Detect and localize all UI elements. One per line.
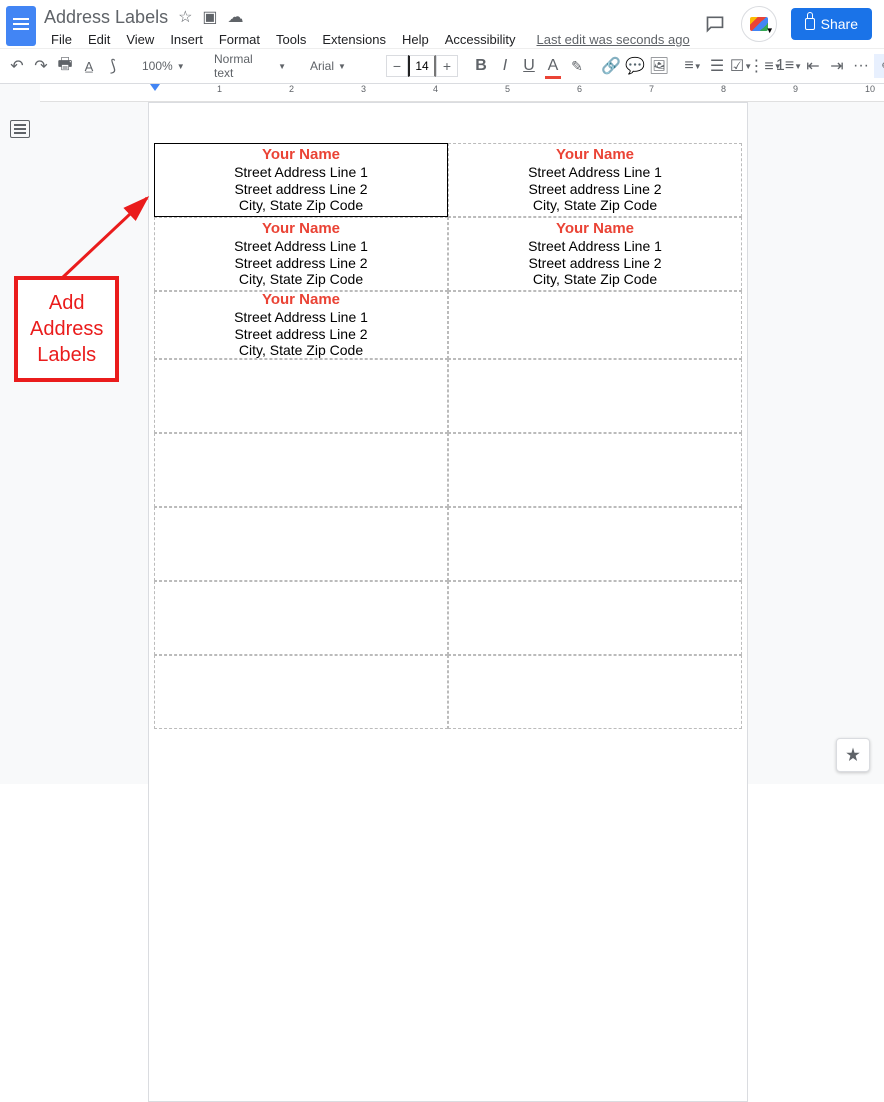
address-label-cell[interactable] <box>448 359 742 433</box>
label-name: Your Name <box>556 220 634 238</box>
address-label-cell[interactable]: Your NameStreet Address Line 1Street add… <box>154 217 448 291</box>
annotation-callout: Add Address Labels <box>14 276 119 382</box>
meet-icon[interactable]: ▼ <box>741 6 777 42</box>
insert-link-icon[interactable]: 🔗 <box>600 54 622 78</box>
address-label-cell[interactable] <box>448 433 742 507</box>
document-page[interactable]: Your NameStreet Address Line 1Street add… <box>148 102 748 1102</box>
highlight-button[interactable]: ✎ <box>566 54 588 78</box>
label-line: Street address Line 2 <box>234 181 367 198</box>
undo-icon[interactable]: ↶ <box>6 54 28 78</box>
cloud-status-icon[interactable]: ☁ <box>228 7 244 27</box>
font-size-decrease[interactable]: − <box>386 55 408 77</box>
redo-icon[interactable]: ↷ <box>30 54 52 78</box>
address-label-cell[interactable] <box>448 655 742 729</box>
menu-format[interactable]: Format <box>212 30 267 49</box>
numbered-list-icon[interactable]: 1≡▼ <box>778 54 800 78</box>
insert-image-icon[interactable]: 🖼 <box>648 54 670 78</box>
insert-comment-icon[interactable]: 💬 <box>624 54 646 78</box>
move-icon[interactable]: ▣ <box>202 7 217 27</box>
address-label-cell[interactable] <box>448 581 742 655</box>
address-label-cell[interactable] <box>154 507 448 581</box>
label-line: Street Address Line 1 <box>234 309 368 326</box>
address-label-cell[interactable]: Your NameStreet Address Line 1Street add… <box>154 143 448 217</box>
label-line: Street Address Line 1 <box>528 238 662 255</box>
docs-app-icon[interactable] <box>6 6 36 46</box>
label-name: Your Name <box>262 291 340 309</box>
print-icon[interactable]: 🖶 <box>54 54 76 78</box>
address-label-cell[interactable] <box>154 581 448 655</box>
last-edit-link[interactable]: Last edit was seconds ago <box>537 32 690 47</box>
label-line: Street Address Line 1 <box>528 164 662 181</box>
label-line: City, State Zip Code <box>533 197 657 214</box>
label-line: City, State Zip Code <box>239 342 363 359</box>
label-line: City, State Zip Code <box>239 197 363 214</box>
increase-indent-icon[interactable]: ⇥ <box>826 54 848 78</box>
italic-button[interactable]: I <box>494 54 516 78</box>
editing-mode-icon[interactable]: ✏▼ <box>874 54 884 78</box>
menu-file[interactable]: File <box>44 30 79 49</box>
paragraph-style-select[interactable]: Normal text▼ <box>208 49 292 83</box>
menu-insert[interactable]: Insert <box>163 30 210 49</box>
label-line: City, State Zip Code <box>533 271 657 288</box>
address-label-cell[interactable] <box>448 507 742 581</box>
label-line: Street address Line 2 <box>234 326 367 343</box>
font-size-increase[interactable]: + <box>436 55 458 77</box>
menu-edit[interactable]: Edit <box>81 30 117 49</box>
horizontal-ruler[interactable]: 123456789101112131415161718192021 <box>40 84 884 102</box>
label-line: City, State Zip Code <box>239 271 363 288</box>
address-label-cell[interactable] <box>154 359 448 433</box>
address-label-cell[interactable] <box>448 291 742 359</box>
menu-tools[interactable]: Tools <box>269 30 313 49</box>
underline-button[interactable]: U <box>518 54 540 78</box>
star-icon[interactable]: ☆ <box>178 7 192 27</box>
label-name: Your Name <box>262 146 340 164</box>
address-label-cell[interactable]: Your NameStreet Address Line 1Street add… <box>448 217 742 291</box>
font-select[interactable]: Arial▼ <box>304 56 374 76</box>
label-line: Street address Line 2 <box>528 255 661 272</box>
spellcheck-icon[interactable]: A̲ <box>78 54 100 78</box>
paint-format-icon[interactable]: ⟆ <box>102 54 124 78</box>
align-button[interactable]: ≡▼ <box>682 54 704 78</box>
menu-extensions[interactable]: Extensions <box>315 30 393 49</box>
bold-button[interactable]: B <box>470 54 492 78</box>
address-label-cell[interactable] <box>154 655 448 729</box>
lock-icon <box>805 18 815 30</box>
comment-history-icon[interactable] <box>703 12 727 36</box>
zoom-select[interactable]: 100%▼ <box>136 56 196 76</box>
text-color-button[interactable]: A <box>542 54 564 78</box>
label-line: Street Address Line 1 <box>234 238 368 255</box>
label-line: Street Address Line 1 <box>234 164 368 181</box>
address-label-cell[interactable] <box>154 433 448 507</box>
more-toolbar-icon[interactable]: ··· <box>850 54 872 78</box>
label-line: Street address Line 2 <box>234 255 367 272</box>
address-label-cell[interactable]: Your NameStreet Address Line 1Street add… <box>448 143 742 217</box>
explore-button[interactable] <box>836 738 870 772</box>
document-title[interactable]: Address Labels <box>44 7 168 28</box>
label-name: Your Name <box>556 146 634 164</box>
label-name: Your Name <box>262 220 340 238</box>
menu-help[interactable]: Help <box>395 30 436 49</box>
label-line: Street address Line 2 <box>528 181 661 198</box>
menu-view[interactable]: View <box>119 30 161 49</box>
menu-accessibility[interactable]: Accessibility <box>438 30 523 49</box>
share-button[interactable]: Share <box>791 8 872 40</box>
bullet-list-icon[interactable]: ⋮≡▼ <box>754 54 776 78</box>
decrease-indent-icon[interactable]: ⇤ <box>802 54 824 78</box>
address-label-cell[interactable]: Your NameStreet Address Line 1Street add… <box>154 291 448 359</box>
font-size-input[interactable] <box>408 55 436 77</box>
indent-marker-icon[interactable] <box>150 84 160 92</box>
document-outline-icon[interactable] <box>10 120 30 138</box>
line-spacing-icon[interactable]: ☰ <box>706 54 728 78</box>
